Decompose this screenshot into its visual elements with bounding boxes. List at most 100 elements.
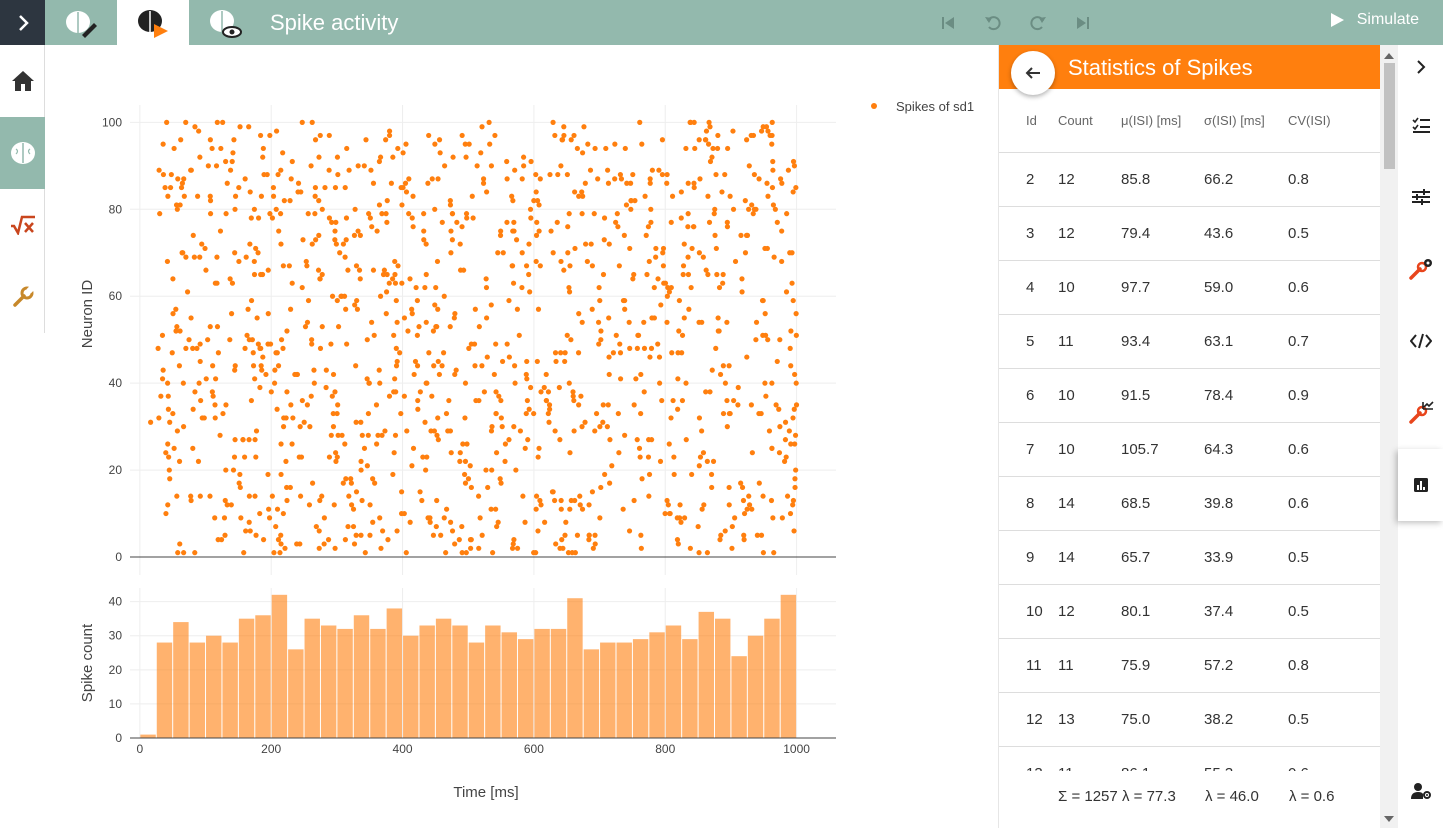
redo-button[interactable] [1027,12,1049,34]
histogram-bar[interactable] [616,642,632,738]
spike-plot-svg[interactable]: 0 200 400 600 800 1000020406080100010203040 S… [50,60,995,820]
spike-point [335,432,341,438]
spike-point [703,128,710,134]
table-row[interactable]: 8 14 68.5 39.8 0.6 [999,477,1381,531]
table-body[interactable]: 2 12 85.8 66.2 0.8 3 12 79.4 43.6 0.5 4 10 97.7 59.0 0… [999,153,1381,771]
tab-activity-viewer[interactable] [189,0,261,45]
right-nav-activity-settings[interactable] [1398,391,1443,435]
history-first-button[interactable] [937,12,959,34]
histogram-bar[interactable] [156,642,173,738]
column-header-id[interactable]: Id [1026,113,1037,128]
histogram-bar[interactable] [271,594,288,738]
nav-models[interactable] [0,189,45,261]
histogram-bar[interactable] [288,649,304,738]
spike-point [623,202,630,208]
histogram-bar[interactable] [731,656,747,738]
histogram-bar[interactable] [715,618,731,738]
histogram-bar[interactable] [222,642,238,738]
tab-activity-explorer[interactable] [117,0,189,45]
table-row[interactable]: 2 12 85.8 66.2 0.8 [999,153,1381,207]
histogram-bar[interactable] [255,615,271,738]
scroll-thumb[interactable] [1384,63,1395,169]
histogram-bar[interactable] [419,625,435,739]
histogram-bar[interactable] [304,618,320,738]
table-row[interactable]: 4 10 97.7 59.0 0.6 [999,261,1381,315]
back-button[interactable] [1011,51,1055,95]
histogram-bar[interactable] [370,628,386,738]
right-nav-statistics[interactable] [1398,449,1443,521]
histogram-bar[interactable] [600,642,616,738]
table-row[interactable]: 3 12 79.4 43.6 0.5 [999,207,1381,261]
spike-point [378,545,384,551]
histogram-bar[interactable] [583,649,600,738]
histogram-bar[interactable] [567,598,583,738]
column-header-count[interactable]: Count [1058,113,1093,128]
right-nav-user-settings[interactable] [1398,769,1443,813]
table-row[interactable]: 10 12 80.1 37.4 0.5 [999,585,1381,639]
table-row[interactable]: 12 13 75.0 38.2 0.5 [999,693,1381,747]
histogram-bar[interactable] [468,642,485,738]
histogram-bar[interactable] [386,608,403,738]
histogram-bar[interactable] [337,628,353,738]
histogram-bar[interactable] [649,632,665,738]
right-nav-model-settings[interactable] [1398,247,1443,291]
histogram-bar[interactable] [698,611,715,738]
spike-point [210,363,216,369]
column-header-mu-isi[interactable]: μ(ISI) [ms] [1121,113,1181,128]
spike-point [364,463,370,469]
table-row[interactable]: 7 10 105.7 64.3 0.6 [999,423,1381,477]
simulate-button[interactable]: Simulate [1329,11,1419,29]
histogram-bar[interactable] [189,642,206,738]
tab-network-editor[interactable] [45,0,117,45]
histogram-bar[interactable] [485,625,501,739]
column-header-cv-isi[interactable]: CV(ISI) [1288,113,1331,128]
histogram-bar[interactable] [780,594,797,738]
panel-scrollbar[interactable] [1380,45,1398,828]
table-row[interactable]: 5 11 93.4 63.1 0.7 [999,315,1381,369]
histogram-bar[interactable] [501,632,517,738]
table-row[interactable]: 11 11 75.9 57.2 0.8 [999,639,1381,693]
scroll-down-arrow[interactable] [1384,816,1394,822]
expand-menu-button[interactable] [0,0,45,45]
histogram-bar[interactable] [682,639,698,738]
histogram-bar[interactable] [764,618,780,738]
histogram-bar[interactable] [747,635,764,738]
histogram-bar[interactable] [353,615,370,738]
spike-point [297,424,303,430]
histogram-bar[interactable] [140,734,156,738]
spike-point [425,180,431,186]
histogram-bar[interactable] [206,635,222,738]
histogram-bar[interactable] [435,618,452,738]
nav-home[interactable] [0,45,45,117]
tune-icon [1411,189,1430,205]
right-nav-code[interactable] [1398,319,1443,363]
spike-plot[interactable]: 0 200 400 600 800 1000 0 20 40 60 80 100 0 10 20 30 40 S… [50,60,995,820]
histogram-bar[interactable] [632,639,649,738]
column-header-sigma-isi[interactable]: σ(ISI) [ms] [1204,113,1265,128]
nav-network[interactable] [0,117,45,189]
right-nav-checklist[interactable] [1398,103,1443,147]
spike-point [313,237,319,243]
histogram-bar[interactable] [534,628,550,738]
legend-label[interactable]: Spikes of sd1 [896,99,974,114]
histogram-bar[interactable] [665,625,682,739]
history-last-button[interactable] [1072,12,1094,34]
histogram-bar[interactable] [550,628,567,738]
histogram-bar[interactable] [173,622,189,738]
right-nav-collapse[interactable] [1398,45,1443,89]
histogram-bar[interactable] [517,639,534,738]
histogram-bar[interactable] [320,625,337,739]
table-row[interactable]: 13 11 86.1 55.3 0.6 [999,747,1381,771]
undo-button[interactable] [982,12,1004,34]
raster-y-tick-label: 0 [115,550,122,564]
spike-point [604,424,610,430]
nav-settings[interactable] [0,261,45,333]
histogram-bar[interactable] [452,625,468,739]
histogram-bar[interactable] [238,618,255,738]
histogram-bar[interactable] [403,635,419,738]
scroll-up-arrow[interactable] [1384,53,1394,59]
cell-id: 5 [1026,333,1035,350]
right-nav-tune[interactable] [1398,175,1443,219]
table-row[interactable]: 6 10 91.5 78.4 0.9 [999,369,1381,423]
table-row[interactable]: 9 14 65.7 33.9 0.5 [999,531,1381,585]
